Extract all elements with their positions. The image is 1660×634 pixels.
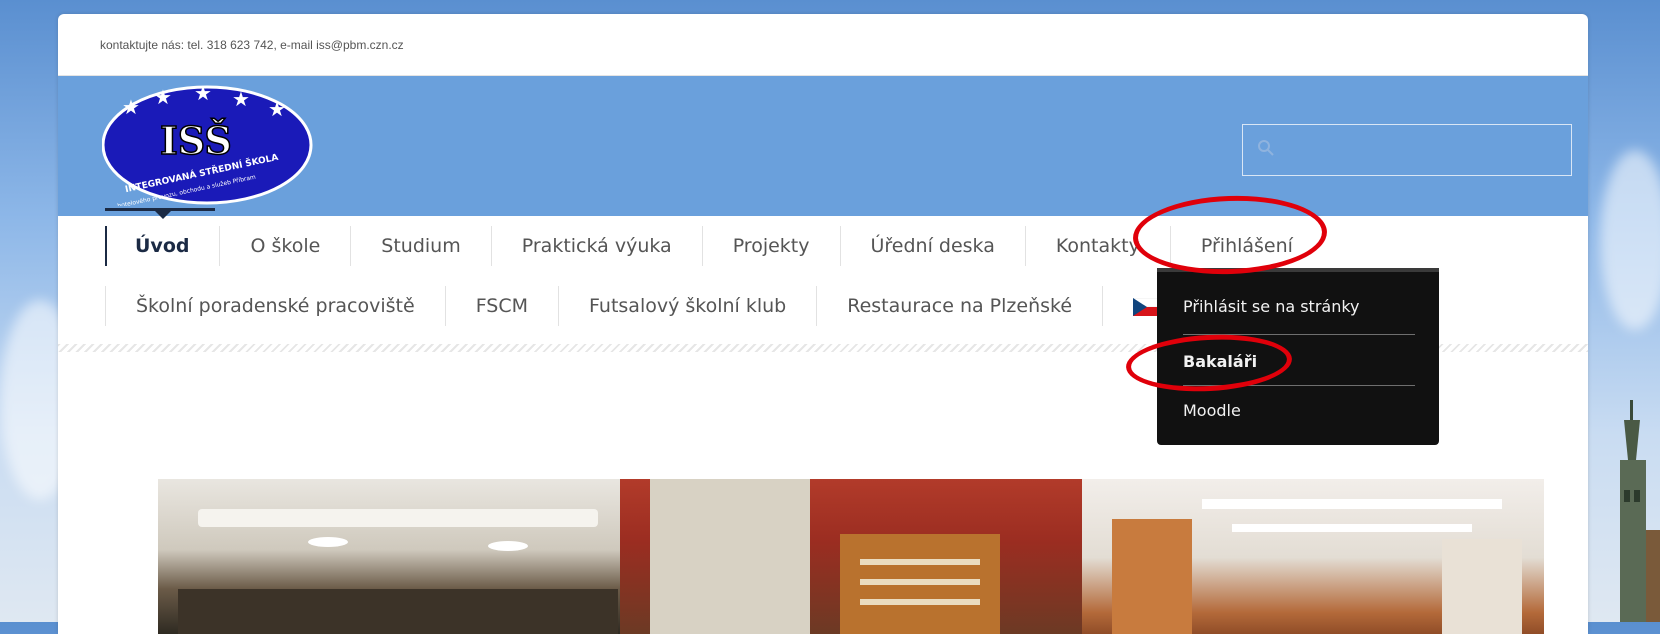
nav-item-projekty[interactable]: Projekty — [701, 226, 840, 266]
hero-image-left — [158, 479, 620, 634]
nav-row-secondary: Školní poradenské pracoviště FSCM Futsal… — [105, 276, 1191, 336]
nav-item-kontakty[interactable]: Kontakty — [1024, 226, 1170, 266]
hero-image-middle — [620, 479, 1082, 634]
nav-item-fscm[interactable]: FSCM — [444, 286, 558, 326]
svg-text:★: ★ — [194, 84, 212, 105]
church-tower-image — [1620, 400, 1660, 622]
nav-row-primary: Úvod O škole Studium Praktická výuka Pro… — [105, 208, 1323, 276]
nav-item-restaurace-na-plzenske[interactable]: Restaurace na Plzeňské — [816, 286, 1102, 326]
nav-item-skolni-poradenske-pracoviste[interactable]: Školní poradenské pracoviště — [105, 286, 445, 326]
logo-main-text: ISŠ — [160, 118, 232, 163]
dropdown-item-prihlasit-se[interactable]: Přihlásit se na stránky — [1183, 297, 1360, 316]
dropdown-item-moodle[interactable]: Moodle — [1183, 401, 1241, 420]
nav-item-prihlaseni[interactable]: Přihlášení — [1169, 226, 1323, 266]
search-icon — [1258, 140, 1274, 156]
nav-item-uredni-deska[interactable]: Úřední deska — [839, 226, 1025, 266]
svg-text:★: ★ — [154, 85, 172, 109]
background-cloud — [1600, 150, 1660, 330]
contact-text: kontaktujte nás: tel. 318 623 742, e-mai… — [100, 37, 404, 52]
nav-item-studium[interactable]: Studium — [350, 226, 490, 266]
svg-text:★: ★ — [268, 97, 286, 121]
dropdown-divider — [1183, 334, 1415, 335]
hero-image-right — [1082, 479, 1544, 634]
school-logo[interactable]: ★ ★ ★ ★ ★ ISŠ INTEGROVANÁ STŘEDNÍ ŠKOLA … — [102, 84, 318, 206]
dropdown-divider — [1183, 385, 1415, 386]
svg-text:★: ★ — [122, 95, 140, 119]
hero-image-strip — [158, 479, 1544, 634]
login-dropdown-menu: Přihlásit se na stránky Bakaláři Moodle — [1157, 268, 1439, 445]
nav-item-o-skole[interactable]: O škole — [219, 226, 350, 266]
dropdown-item-bakalari[interactable]: Bakaláři — [1183, 352, 1257, 371]
nav-item-prakticka-vyuka[interactable]: Praktická výuka — [490, 226, 702, 266]
search-box[interactable] — [1242, 124, 1572, 176]
contact-bar: kontaktujte nás: tel. 318 623 742, e-mai… — [58, 14, 1588, 76]
site-header: ★ ★ ★ ★ ★ ISŠ INTEGROVANÁ STŘEDNÍ ŠKOLA … — [58, 76, 1588, 216]
nav-item-uvod[interactable]: Úvod — [105, 208, 219, 266]
svg-text:★: ★ — [232, 87, 250, 111]
nav-item-futsalovy-skolni-klub[interactable]: Futsalový školní klub — [558, 286, 816, 326]
